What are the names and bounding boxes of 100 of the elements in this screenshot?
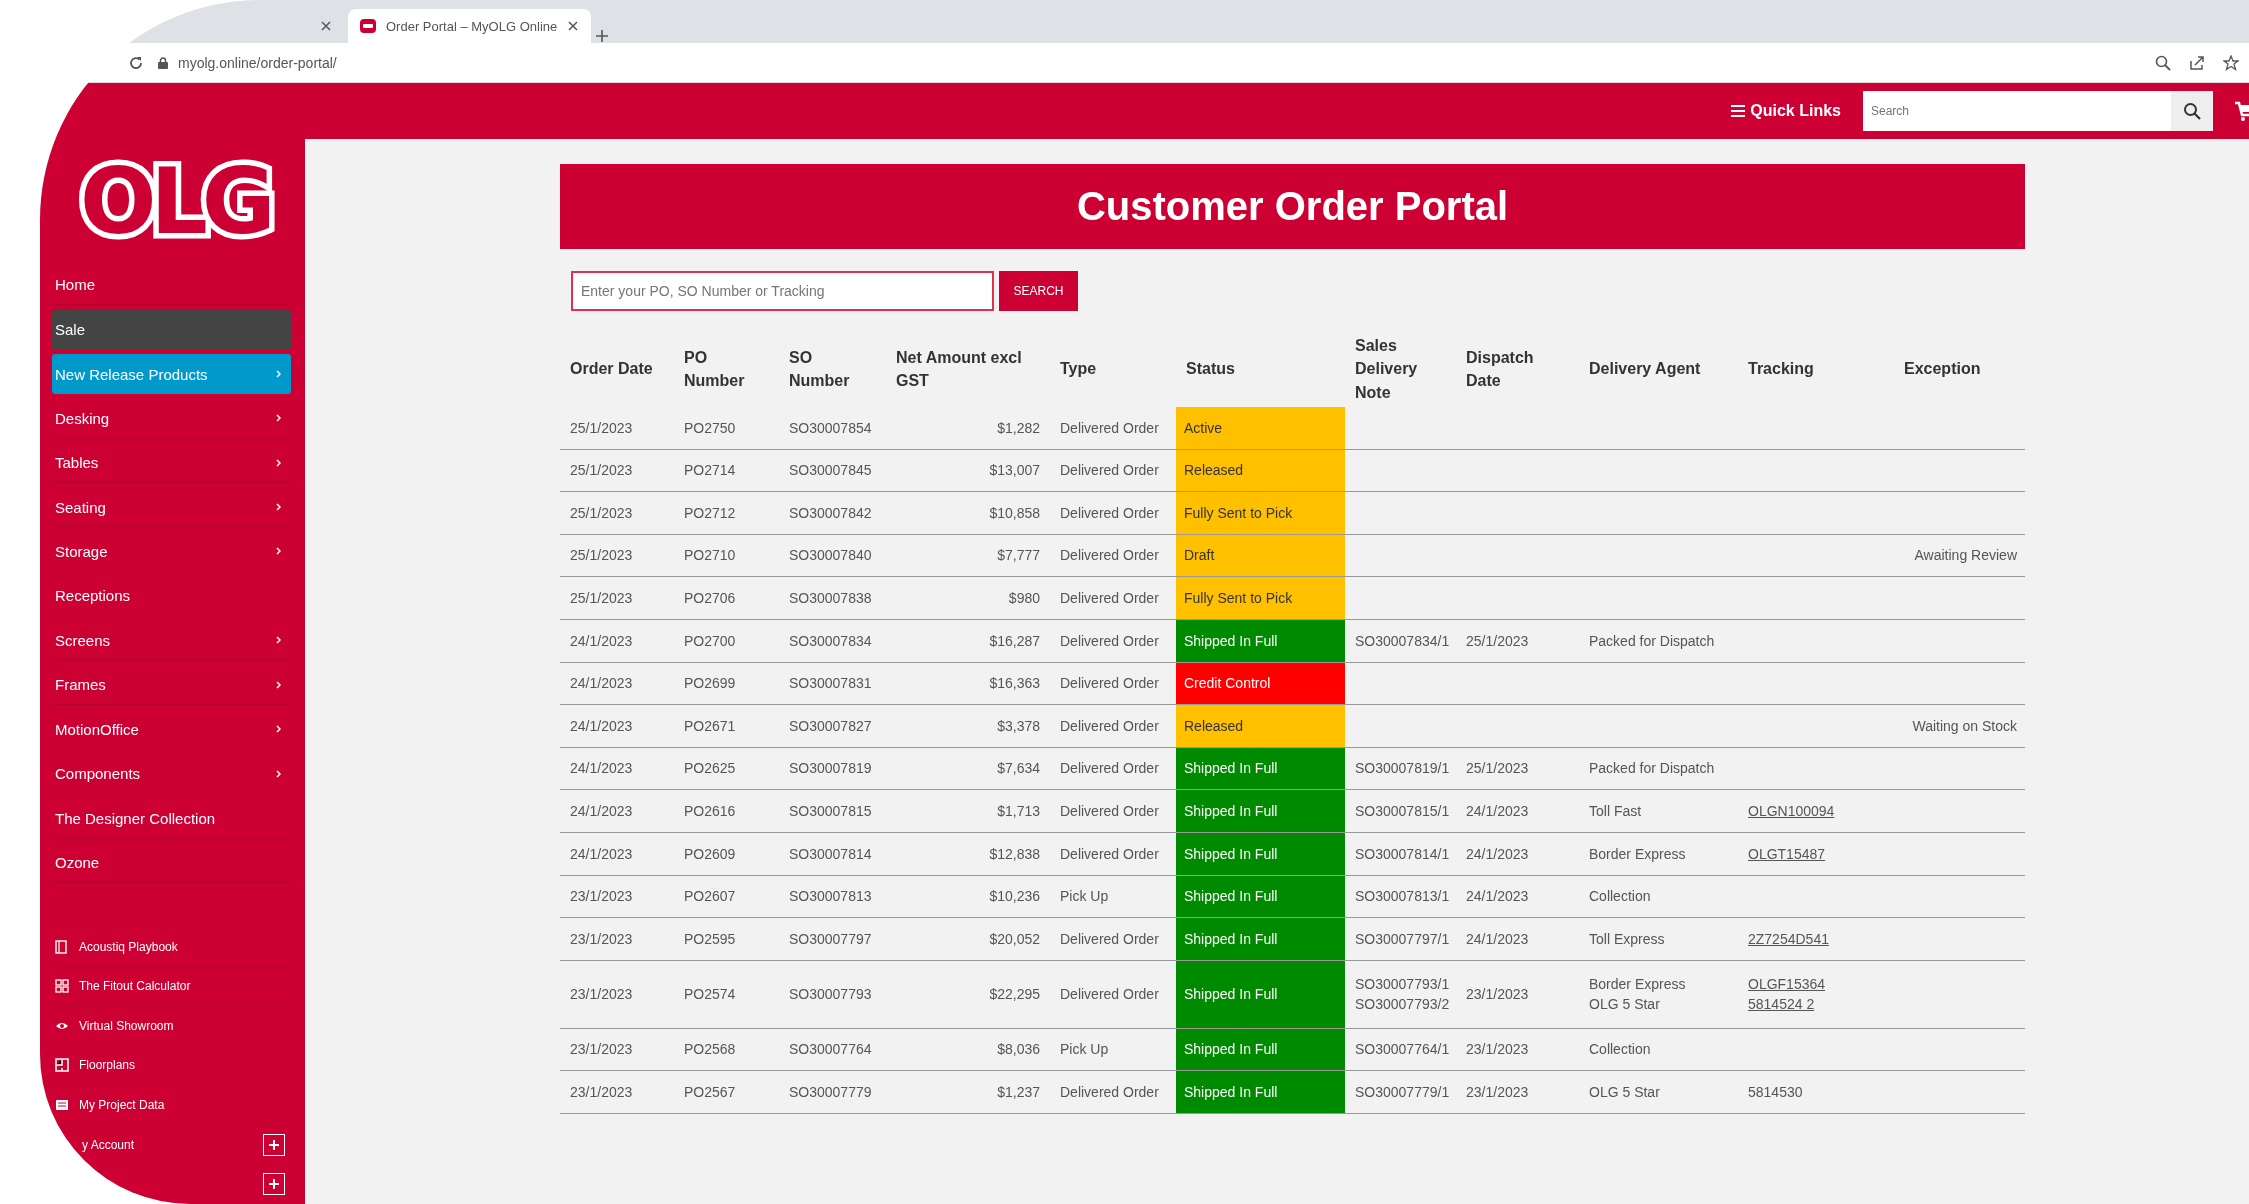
table-cell-text: 5814530: [1748, 1082, 1803, 1102]
table-cell-text: SO30007831: [789, 674, 872, 694]
table-cell-text: Pick Up: [1060, 1040, 1109, 1060]
table-cell-text: SO30007840: [789, 546, 872, 566]
table-cell-text: 23/1/2023: [570, 929, 633, 949]
plus-icon: [269, 1139, 279, 1150]
table-cell-text: 23/1/2023: [570, 1082, 633, 1102]
chevron-icon: [276, 769, 281, 778]
table-cell-text: SO30007815: [789, 802, 872, 821]
table-cell-text: Packed for Dispatch: [1589, 759, 1715, 779]
table-cell-text: Waiting on Stock: [1912, 716, 2017, 736]
column-header[interactable]: Tracking: [1748, 357, 1884, 381]
tracking-link[interactable]: OLGF15364: [1748, 975, 1826, 992]
status-cell: Shipped In Full: [1176, 960, 1345, 1029]
nav-item[interactable]: Tables: [52, 443, 291, 484]
column-header[interactable]: Net Amount excl GST: [896, 345, 1030, 393]
status-cell: Released: [1176, 449, 1345, 492]
status-cell: Shipped In Full: [1176, 917, 1345, 961]
sidebar-link[interactable]: y Account: [82, 1137, 135, 1152]
reload-icon[interactable]: [128, 54, 144, 71]
sidebar-link[interactable]: The Fitout Calculator: [52, 967, 291, 1007]
table-cell-text: PO2750: [684, 418, 736, 438]
column-header[interactable]: PO Number: [684, 345, 769, 393]
search-button[interactable]: SEARCH: [999, 271, 1078, 311]
quick-links-button[interactable]: Quick Links: [1731, 102, 1841, 120]
nav-item[interactable]: New Release Products: [52, 354, 291, 395]
table-cell-text: Delivered Order: [1060, 929, 1159, 949]
table-cell-text: OLG 5 Star: [1589, 1082, 1660, 1102]
column-header[interactable]: Dispatch Date: [1466, 345, 1569, 393]
nav-item[interactable]: MotionOffice: [52, 709, 291, 750]
menu-icon: [1731, 105, 1746, 117]
address-bar[interactable]: myolg.online/order-portal/: [178, 54, 337, 71]
cart-icon[interactable]: [2235, 100, 2249, 122]
plus-icon: [269, 1179, 279, 1190]
table-cell-text: 24/1/2023: [1466, 844, 1529, 864]
nav-item[interactable]: Components: [52, 754, 291, 795]
table-cell-text: Toll Fast: [1589, 802, 1642, 821]
table-cell-text: Delivered Order: [1060, 802, 1159, 821]
new-tab-icon[interactable]: [595, 29, 610, 43]
tracking-link[interactable]: OLGT15487: [1748, 845, 1826, 862]
table-cell-text: $16,363: [989, 674, 1040, 694]
nav-item[interactable]: The Designer Collection: [52, 798, 291, 839]
nav-item[interactable]: Storage: [52, 532, 291, 572]
olg-logo[interactable]: OLG: [74, 151, 282, 254]
status-cell: Fully Sent to Pick: [1176, 576, 1345, 620]
chevron-icon: [276, 636, 281, 645]
table-cell-text: PO2710: [684, 546, 736, 566]
table-cell-text: 23/1/2023: [570, 1040, 633, 1060]
share-icon[interactable]: [2189, 54, 2205, 71]
star-icon[interactable]: [2223, 54, 2239, 71]
table-cell-text: PO2568: [684, 1040, 736, 1060]
nav-item[interactable]: Desking: [52, 398, 291, 439]
nav-item[interactable]: Home: [52, 265, 291, 306]
table-cell-text: $20,052: [989, 929, 1040, 949]
chevron-icon: [276, 414, 281, 423]
column-header[interactable]: Order Date: [570, 357, 664, 381]
table-cell-text: SO30007819/1: [1355, 759, 1450, 779]
column-header[interactable]: Exception: [1904, 357, 2015, 381]
table-cell-text: PO2616: [684, 802, 736, 821]
table-cell-text: SO30007838: [789, 589, 872, 608]
close-icon[interactable]: [320, 20, 332, 32]
column-header[interactable]: Status: [1186, 357, 1335, 381]
sidebar-link[interactable]: Acoustiq Playbook: [52, 927, 291, 968]
sidebar-link[interactable]: My Project Data: [52, 1085, 291, 1126]
tracking-link[interactable]: 5814524 2: [1748, 996, 1815, 1013]
chevron-icon: [276, 370, 281, 379]
tracking-link[interactable]: OLGN100094: [1748, 803, 1835, 819]
table-cell-text: 24/1/2023: [570, 759, 633, 779]
column-header[interactable]: Sales Delivery Note: [1355, 334, 1446, 404]
table-cell-text: Toll Express: [1589, 929, 1665, 949]
tracking-link[interactable]: 2Z7254D541: [1748, 930, 1829, 947]
table-cell-text: PO2607: [684, 887, 736, 907]
nav-item[interactable]: Screens: [52, 620, 291, 661]
column-header[interactable]: Type: [1060, 357, 1166, 381]
close-icon[interactable]: [567, 20, 580, 32]
column-header[interactable]: Delivery Agent: [1589, 357, 1728, 381]
search-field[interactable]: Search: [1863, 91, 2171, 131]
table-cell-text: 24/1/2023: [570, 802, 633, 821]
browser-tab[interactable]: Order Portal – MyOLG Online: [348, 9, 592, 43]
nav-item[interactable]: Seating: [52, 487, 291, 528]
expand-button[interactable]: [263, 1133, 285, 1156]
table-cell-text: SO30007793/1: [1355, 974, 1450, 994]
favicon-icon: [360, 19, 376, 33]
table-cell-text: Packed for Dispatch: [1589, 631, 1715, 651]
table-cell-text: SO30007793: [789, 985, 872, 1005]
nav-item[interactable]: Sale: [52, 309, 291, 350]
nav-item[interactable]: Receptions: [52, 576, 291, 617]
search-button[interactable]: [2171, 91, 2213, 131]
search-field[interactable]: Enter your PO, SO Number or Tracking: [571, 271, 994, 311]
chevron-icon: [276, 503, 281, 512]
nav-item[interactable]: Frames: [52, 665, 291, 706]
column-header[interactable]: SO Number: [789, 345, 876, 393]
sidebar-link[interactable]: Floorplans: [52, 1046, 291, 1086]
zoom-icon[interactable]: [2155, 54, 2171, 71]
nav-item[interactable]: Ozone: [52, 843, 291, 883]
status-cell: Shipped In Full: [1176, 1028, 1345, 1071]
status-cell: Shipped In Full: [1176, 789, 1345, 833]
expand-button[interactable]: [263, 1173, 285, 1196]
chevron-icon: [276, 458, 281, 467]
sidebar-link[interactable]: Virtual Showroom: [52, 1006, 291, 1047]
